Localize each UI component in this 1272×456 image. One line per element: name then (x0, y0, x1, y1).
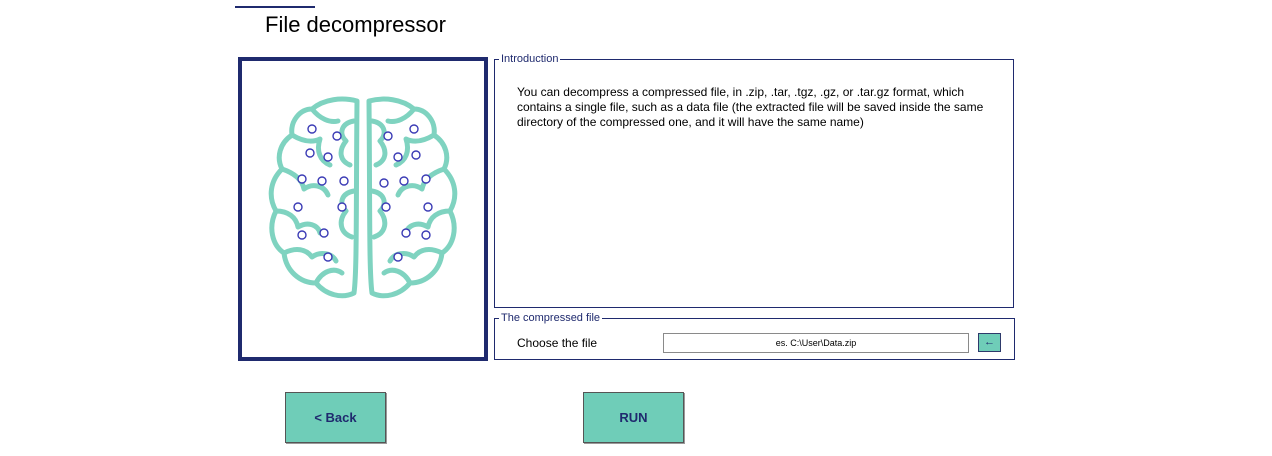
title-rule (235, 6, 315, 8)
introduction-text: You can decompress a compressed file, in… (517, 85, 984, 129)
arrow-left-icon: ← (984, 336, 995, 348)
page-title: File decompressor (265, 12, 446, 37)
introduction-legend: Introduction (501, 53, 559, 65)
brain-icon (268, 96, 458, 299)
file-path-input[interactable] (663, 333, 969, 353)
choose-file-label: Choose the file (517, 336, 598, 350)
brain-image-panel (238, 57, 488, 361)
browse-button[interactable]: ← (978, 333, 1001, 352)
introduction-group: Introduction You can decompress a compre… (494, 54, 1014, 308)
compressed-file-legend: The compressed file (501, 312, 601, 324)
back-button[interactable]: < Back (285, 392, 386, 443)
run-button[interactable]: RUN (583, 392, 684, 443)
compressed-file-group: The compressed file Choose the file ← (494, 313, 1015, 360)
